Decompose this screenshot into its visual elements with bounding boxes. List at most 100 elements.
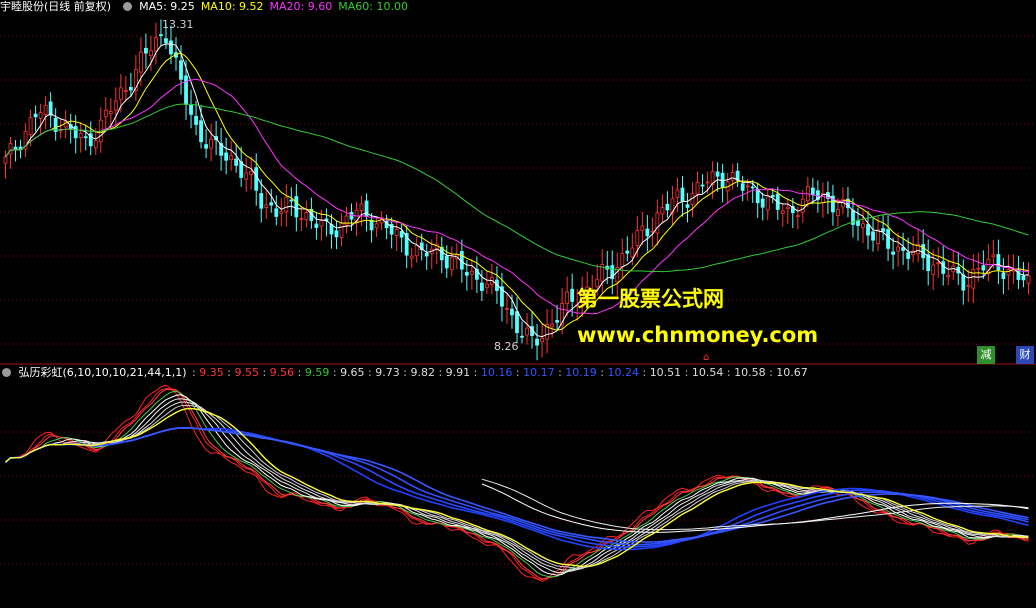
candle-body [540,337,544,343]
candle-body [1016,269,1021,280]
reduce-holding-tag[interactable]: 减 [977,346,995,364]
indicator-name[interactable]: 弘历彩虹(6,10,10,10,21,44,1,1) [19,366,187,380]
candle-body [976,267,981,270]
stock-name[interactable]: 宇睦股份(日线 前复权) [0,0,111,14]
settings-icon[interactable] [122,2,132,11]
candle-body [755,189,760,204]
value-separator: : [596,366,608,379]
candle-body [128,86,133,91]
value-separator: : [223,366,235,379]
candle-body [449,256,454,271]
candle-body [836,209,840,217]
indicator-value-4: 9.65 [340,366,365,379]
candle-body [113,100,118,111]
candle-body [680,187,685,202]
candle-body [43,105,48,115]
candle-body [1006,268,1011,276]
candle-body [279,211,284,215]
indicator-header: 弘历彩虹(6,10,10,10,21,44,1,1) : 9.35 : 9.55… [0,366,808,380]
candle-body [38,112,43,119]
candle-body [244,172,249,180]
ma5-line [5,43,1029,338]
candle-body [886,229,890,249]
candle-body [229,155,234,160]
value-separator: : [554,366,566,379]
indicator-value-2: 9.56 [269,366,295,379]
candle-body [981,265,986,271]
candle-body [204,144,208,149]
candle-body [344,215,349,226]
candle-body [876,229,880,245]
candle-body [936,262,941,265]
candle-body [199,120,203,143]
indicator-value-12: 10.51 [649,366,682,379]
indicator-settings-icon[interactable] [2,368,11,377]
candle-body [785,206,790,210]
candle-body [881,228,885,232]
candle-body [665,203,670,211]
indicator-value-5: 9.73 [375,366,400,379]
candle-body [93,140,98,149]
candle-body [304,212,309,220]
candle-body [189,105,193,115]
candle-body [274,208,279,217]
value-separator: : [434,366,446,379]
candle-body [891,251,895,255]
finance-tag[interactable]: 财 [1016,346,1034,364]
indicator-value-14: 10.58 [734,366,766,379]
candle-body [479,282,484,291]
value-separator: : [765,366,777,379]
candle-body [765,195,770,211]
low-price-label: 8.26 [494,340,519,353]
candle-body [675,189,680,198]
candle-body [760,198,765,208]
event-marker-icon: ⌂ [703,352,710,363]
candle-body [966,284,971,287]
rainbow-line-0 [5,384,1029,582]
indicator-value-15: 10.67 [776,366,808,379]
candle-body [1026,275,1031,284]
value-separator: : [364,366,376,379]
candle-body [374,223,379,229]
candle-body [289,199,294,202]
candle-body [349,211,354,220]
rainbow-line-7 [5,404,1029,569]
candle-body [866,224,870,236]
candle-body [319,220,324,227]
candle-body [650,230,655,233]
candle-body [695,182,700,195]
candle-body [700,184,705,187]
candle-body [635,230,640,246]
candle-body [3,156,8,164]
candle-body [810,187,815,195]
candle-body [73,126,78,139]
candle-body [118,87,123,100]
candle-body [871,231,875,241]
candle-body [13,146,18,150]
candle-body [640,225,645,231]
candle-body [78,133,83,138]
rainbow-line-1 [5,388,1029,580]
rainbow-line-8 [4,427,1029,551]
candle-body [715,171,720,177]
rainbow-line-3 [5,390,1029,578]
candle-body [780,210,785,214]
candle-body [535,338,539,346]
candle-body [154,37,158,52]
candle-body [138,51,143,73]
value-separator: : [681,366,692,379]
candle-body [525,327,529,336]
high-price-label: 13.31 [162,18,194,31]
candle-body [399,231,404,238]
ma-value-3: MA60: 10.00 [338,0,408,13]
candle-body [224,152,229,161]
candle-body [284,196,289,213]
candle-body [906,252,911,259]
indicator-value-6: 9.82 [410,366,435,379]
value-separator: : [512,366,524,379]
candle-body [249,170,254,175]
rainbow-line-10 [4,427,1029,546]
chart-canvas: 13.31 8.26 [0,18,1036,582]
candle-body [730,172,735,181]
candle-body [520,335,524,338]
